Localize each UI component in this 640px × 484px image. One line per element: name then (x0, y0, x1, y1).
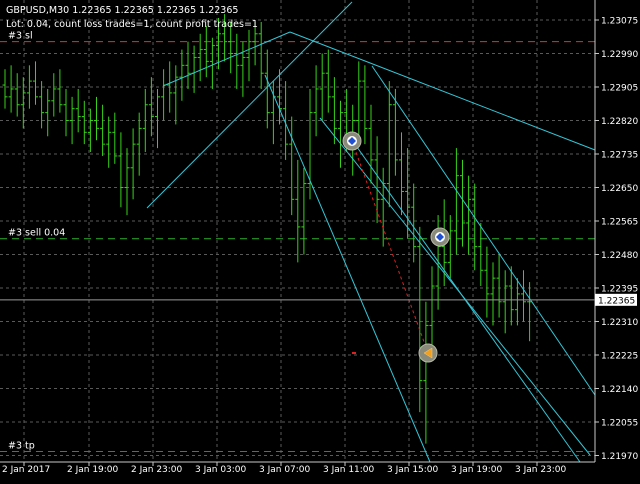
price-tick-label: 1.22735 (601, 151, 638, 161)
price-tick-label: 1.22055 (601, 419, 638, 429)
time-tick-label: 3 Jan 23:00 (515, 465, 567, 475)
sell-entry-marker[interactable] (430, 227, 450, 247)
time-tick-label: 3 Jan 15:00 (387, 465, 439, 475)
price-tick-label: 1.22225 (601, 352, 638, 362)
price-tick-label: 1.22905 (601, 84, 638, 94)
chart-symbol-header: GBPUSD,M30 1.22365 1.22365 1.22365 1.223… (6, 5, 238, 16)
trade-point (352, 352, 356, 354)
price-tick-label: 1.22140 (601, 385, 638, 395)
price-tick-label: 1.22565 (601, 218, 638, 228)
price-tick-label: 1.21970 (601, 452, 638, 462)
time-tick-label: 2 Jan 19:00 (67, 465, 119, 475)
price-tick-label: 1.22990 (601, 50, 638, 60)
sell-entry-marker[interactable] (342, 131, 362, 151)
time-tick-label: 2 Jan 23:00 (131, 465, 183, 475)
price-tick-label: 1.22650 (601, 184, 638, 194)
price-tick-label: 1.22310 (601, 318, 638, 328)
chart-canvas[interactable]: 1.23075 1.22990 1.22905 1.22820 1.22735 1.226… (0, 0, 640, 480)
time-tick-label: 3 Jan 07:00 (259, 465, 311, 475)
sell-label: #3 sell 0.04 (8, 228, 65, 239)
time-tick-label: 2 Jan 2017 (2, 465, 50, 475)
trade-info-text: Lot: 0.04, count loss trades=1, count pr… (6, 19, 258, 30)
time-tick-label: 3 Jan 11:00 (323, 465, 375, 475)
time-tick-label: 3 Jan 03:00 (195, 465, 247, 475)
current-price-label: 1.22365 (598, 296, 635, 306)
price-tick-label: 1.23075 (601, 17, 638, 27)
tp-label: #3 tp (8, 441, 35, 452)
price-chart[interactable]: 1.23075 1.22990 1.22905 1.22820 1.22735 1.226… (0, 0, 640, 480)
sl-label: #3 sl (8, 31, 33, 42)
price-tick-label: 1.22820 (601, 117, 638, 127)
price-tick-label: 1.22395 (601, 285, 638, 295)
price-tick-label: 1.22480 (601, 251, 638, 261)
close-trade-marker[interactable] (418, 343, 438, 363)
time-tick-label: 3 Jan 19:00 (451, 465, 503, 475)
